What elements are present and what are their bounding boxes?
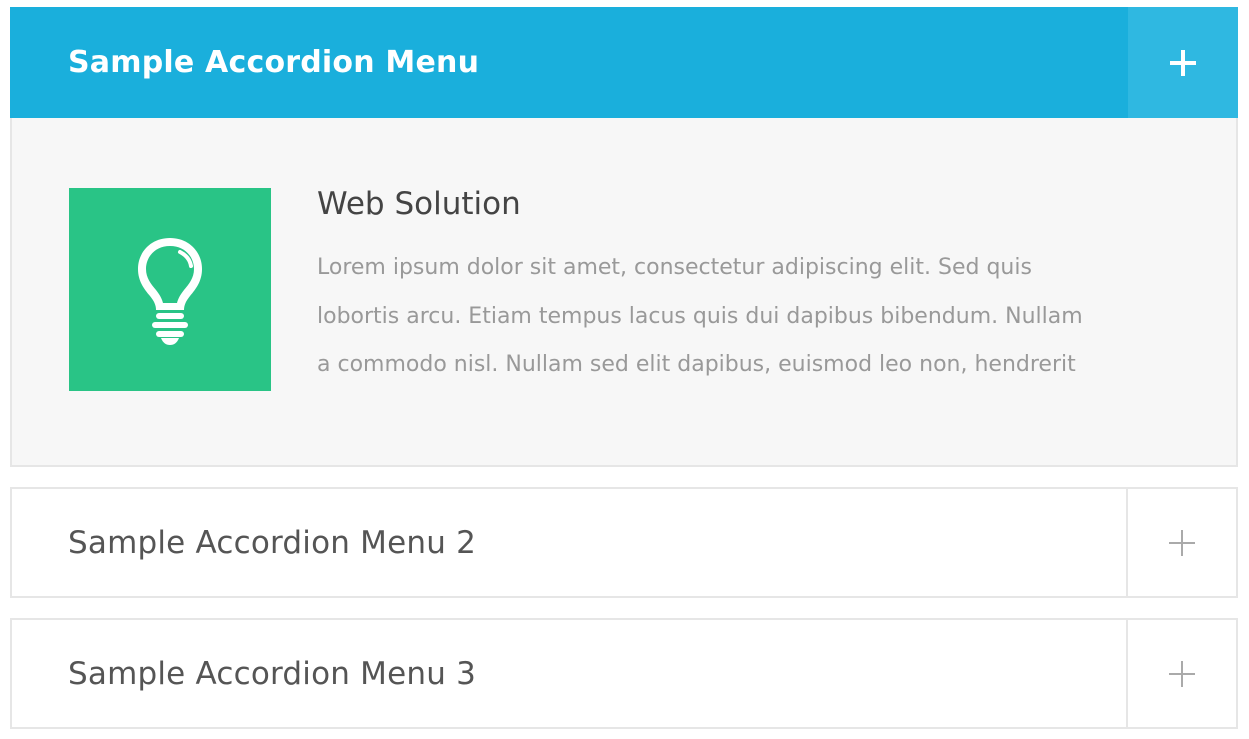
plus-icon — [1170, 49, 1196, 76]
panel-body-text: Lorem ipsum dolor sit amet, consectetur … — [317, 255, 1083, 377]
accordion-header-2[interactable]: Sample Accordion Menu 2 — [10, 487, 1238, 598]
accordion-header-3[interactable]: Sample Accordion Menu 3 — [10, 618, 1238, 729]
accordion: Sample Accordion Menu Web Solution Lorem… — [10, 7, 1238, 729]
accordion-header-1[interactable]: Sample Accordion Menu — [10, 7, 1238, 118]
accordion-toggle-3[interactable] — [1126, 620, 1236, 727]
plus-icon — [1169, 660, 1195, 687]
panel-heading: Web Solution — [317, 186, 521, 222]
accordion-item-3: Sample Accordion Menu 3 — [10, 618, 1238, 729]
panel-content: Web Solution Lorem ipsum dolor sit amet,… — [317, 186, 1197, 390]
accordion-title-1: Sample Accordion Menu — [68, 45, 480, 80]
accordion-item-1: Sample Accordion Menu Web Solution Lorem… — [10, 7, 1238, 467]
accordion-panel-1: Web Solution Lorem ipsum dolor sit amet,… — [10, 118, 1238, 467]
accordion-item-2: Sample Accordion Menu 2 — [10, 487, 1238, 598]
accordion-title-2: Sample Accordion Menu 2 — [68, 524, 477, 561]
plus-icon — [1169, 529, 1195, 556]
accordion-title-3: Sample Accordion Menu 3 — [68, 655, 477, 692]
accordion-toggle-2[interactable] — [1126, 489, 1236, 596]
accordion-toggle-1[interactable] — [1128, 7, 1238, 118]
lightbulb-icon — [69, 188, 271, 391]
